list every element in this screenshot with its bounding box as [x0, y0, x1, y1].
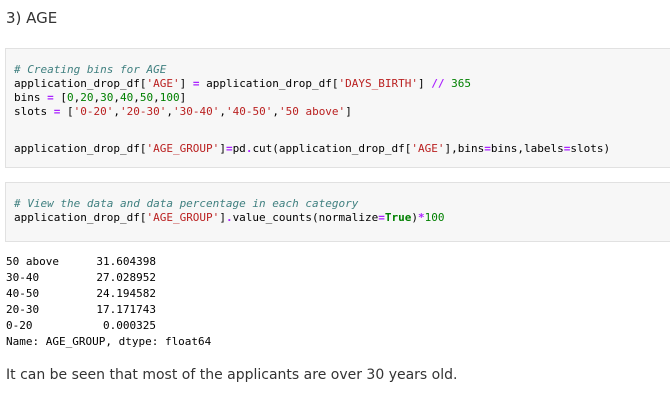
output-value: 24.194582 [96, 287, 156, 300]
output-value: 27.028952 [96, 271, 156, 284]
output-label: 0-20 [6, 319, 33, 332]
code-line-cut: application_drop_df['AGE_GROUP']=pd.cut(… [14, 142, 611, 155]
code-cell-binning[interactable]: # Creating bins for AGE application_drop… [5, 48, 670, 168]
code-comment: # View the data and data percentage in e… [14, 197, 359, 210]
code-line-bins: bins = [0,20,30,40,50,100] [14, 91, 187, 104]
code-comment: # Creating bins for AGE [14, 63, 167, 76]
conclusion-text: It can be seen that most of the applican… [6, 367, 458, 383]
output-footer: Name: AGE_GROUP, dtype: float64 [6, 335, 212, 348]
section-heading: 3) AGE [6, 9, 58, 27]
code-line-age-calc: application_drop_df['AGE'] = application… [14, 77, 472, 90]
output-label: 50 above [6, 255, 59, 268]
output-value: 31.604398 [96, 255, 156, 268]
output-value: 0.000325 [103, 319, 156, 332]
output-row: 50 above 31.604398 [6, 254, 211, 270]
code-cell-value-counts[interactable]: # View the data and data percentage in e… [5, 182, 670, 242]
output-row: 0-20 0.000325 [6, 318, 211, 334]
code-line-slots: slots = ['0-20','20-30','30-40','40-50',… [14, 105, 352, 118]
code-line-value-counts: application_drop_df['AGE_GROUP'].value_c… [14, 211, 445, 224]
output-label: 20-30 [6, 303, 40, 316]
output-value: 17.171743 [96, 303, 156, 316]
cell-output: 50 above 31.604398 30-40 27.028952 40-50… [6, 254, 211, 350]
output-label: 40-50 [6, 287, 40, 300]
output-row: 40-50 24.194582 [6, 286, 211, 302]
output-row: 30-40 27.028952 [6, 270, 211, 286]
output-row: 20-30 17.171743 [6, 302, 211, 318]
output-label: 30-40 [6, 271, 40, 284]
